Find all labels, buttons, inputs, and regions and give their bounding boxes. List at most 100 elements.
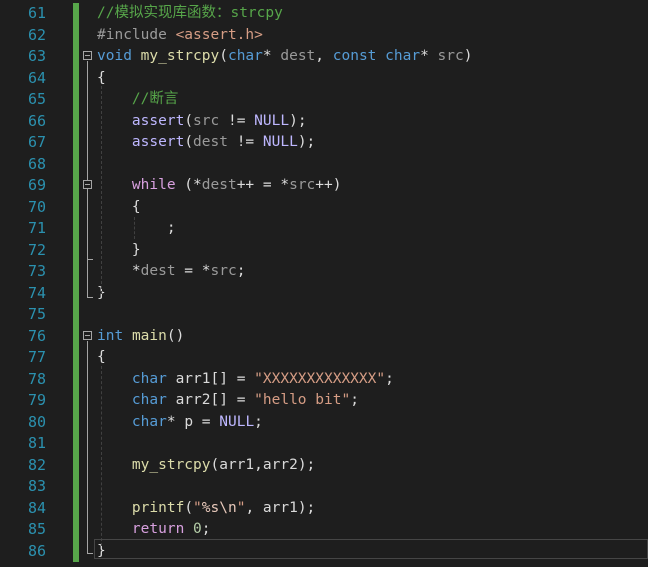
line-number: 72 (27, 240, 46, 259)
code-token: arr1 (219, 456, 255, 473)
change-indicator-bar (73, 433, 79, 455)
code-line[interactable]: 72 } (0, 239, 648, 261)
code-token: ( (210, 456, 220, 473)
change-indicator-bar (73, 196, 79, 218)
fold-toggle-icon[interactable] (83, 331, 92, 340)
code-token: ) (463, 48, 473, 64)
code-text: assert(src != NULL); (97, 111, 307, 133)
code-token: p (184, 413, 194, 430)
code-line[interactable]: 84 printf("%s\n", arr1); (0, 497, 648, 519)
code-line[interactable]: 75 (0, 304, 648, 326)
change-indicator-bar (73, 454, 79, 476)
change-indicator-bar (73, 519, 79, 541)
code-token: dest (201, 177, 237, 193)
code-token: "XXXXXXXXXXXXX" (254, 370, 386, 387)
line-number: 70 (27, 197, 46, 216)
change-indicator-bar (73, 390, 79, 412)
code-line[interactable]: 73 *dest = *src; (0, 261, 648, 283)
change-indicator-bar (73, 411, 79, 433)
code-line[interactable]: 67 assert(dest != NULL); (0, 132, 648, 154)
code-token: ( (184, 112, 194, 129)
fold-toggle-icon[interactable] (83, 180, 92, 189)
code-token: dest (280, 48, 316, 64)
code-line[interactable]: 64 { (0, 67, 648, 89)
code-text: { (97, 197, 141, 219)
code-line[interactable]: 66 assert(src != NULL); (0, 110, 648, 133)
code-line[interactable]: 80 char* p = NULL; (0, 411, 648, 433)
line-number: 83 (27, 477, 46, 495)
line-number: 69 (27, 176, 46, 194)
code-token: ; (97, 220, 176, 236)
code-line[interactable]: 71 ; (0, 218, 648, 240)
code-line[interactable]: 63 void my_strcpy(char* dest, const char*… (0, 46, 648, 68)
code-token: assert (131, 112, 185, 129)
code-token: != (219, 112, 255, 129)
code-editor[interactable]: 61//模拟实现库函数：strcpy 62 #include <assert.h> 6… (0, 0, 648, 567)
code-token: = * (175, 263, 211, 279)
line-number: 74 (27, 283, 46, 302)
code-token: char (131, 370, 167, 387)
code-text: void my_strcpy(char* dest, const char* s… (97, 46, 472, 68)
code-line[interactable]: 76 int main() (0, 325, 648, 347)
code-token: 0 (193, 521, 202, 537)
line-number: 85 (27, 520, 46, 538)
code-token: return (131, 521, 185, 537)
code-token: ); (297, 134, 316, 150)
code-line[interactable]: 62 #include <assert.h> (0, 24, 648, 46)
change-indicator-bar (73, 325, 79, 347)
code-line[interactable]: 61 //模拟实现库函数：strcpy (0, 3, 648, 25)
code-token: ; (350, 392, 359, 408)
code-token: while (131, 177, 176, 193)
change-indicator-bar (73, 282, 79, 304)
change-indicator-bar (73, 347, 79, 369)
code-token: ; (254, 413, 263, 430)
code-line[interactable]: 77 { (0, 347, 648, 369)
code-token: dest (140, 263, 176, 279)
line-number: 78 (27, 369, 46, 388)
change-indicator-bar (73, 110, 79, 132)
code-token: const (332, 48, 377, 64)
code-line[interactable]: 68 (0, 153, 648, 175)
code-line[interactable]: 83 (0, 476, 648, 498)
code-token: dest (193, 134, 228, 150)
line-number: 65 (27, 90, 46, 108)
code-line[interactable]: 85 return 0; (0, 519, 648, 541)
code-token: src (437, 48, 464, 64)
code-line[interactable]: 70 { (0, 196, 648, 219)
code-line[interactable]: 65 //断言 (0, 89, 648, 111)
code-token: my_strcpy (131, 456, 211, 473)
code-token: assert (131, 134, 185, 150)
code-token: * (97, 263, 141, 279)
code-token: "hello bit" (254, 392, 351, 408)
code-token: [] = (210, 370, 255, 387)
code-token: * (166, 413, 185, 430)
change-indicator-bar (73, 153, 79, 175)
code-line[interactable]: 74} (0, 282, 648, 304)
fold-region-line (87, 190, 88, 259)
code-token: #include (97, 26, 176, 43)
code-token: * (262, 48, 281, 64)
code-token: * (420, 48, 438, 64)
code-text: *dest = *src; (97, 261, 246, 283)
code-text: char arr1[] = "XXXXXXXXXXXXX"; (97, 369, 394, 391)
code-token: ; (201, 521, 211, 537)
code-line[interactable]: 82 my_strcpy(arr1,arr2); (0, 454, 648, 476)
fold-toggle-icon[interactable] (83, 51, 92, 60)
code-token: (* (175, 177, 202, 193)
code-text: //断言 (97, 89, 178, 111)
code-line[interactable]: 79 char arr2[] = "hello bit"; (0, 390, 648, 412)
code-text: ; (97, 218, 176, 240)
code-line[interactable]: 81 (0, 433, 648, 455)
code-token: char (385, 48, 421, 64)
code-line[interactable]: 78 char arr1[] = "XXXXXXXXXXXXX"; (0, 368, 648, 391)
code-text: return 0; (97, 519, 211, 541)
code-line[interactable]: 69 while (*dest++ = *src++) (0, 175, 648, 197)
